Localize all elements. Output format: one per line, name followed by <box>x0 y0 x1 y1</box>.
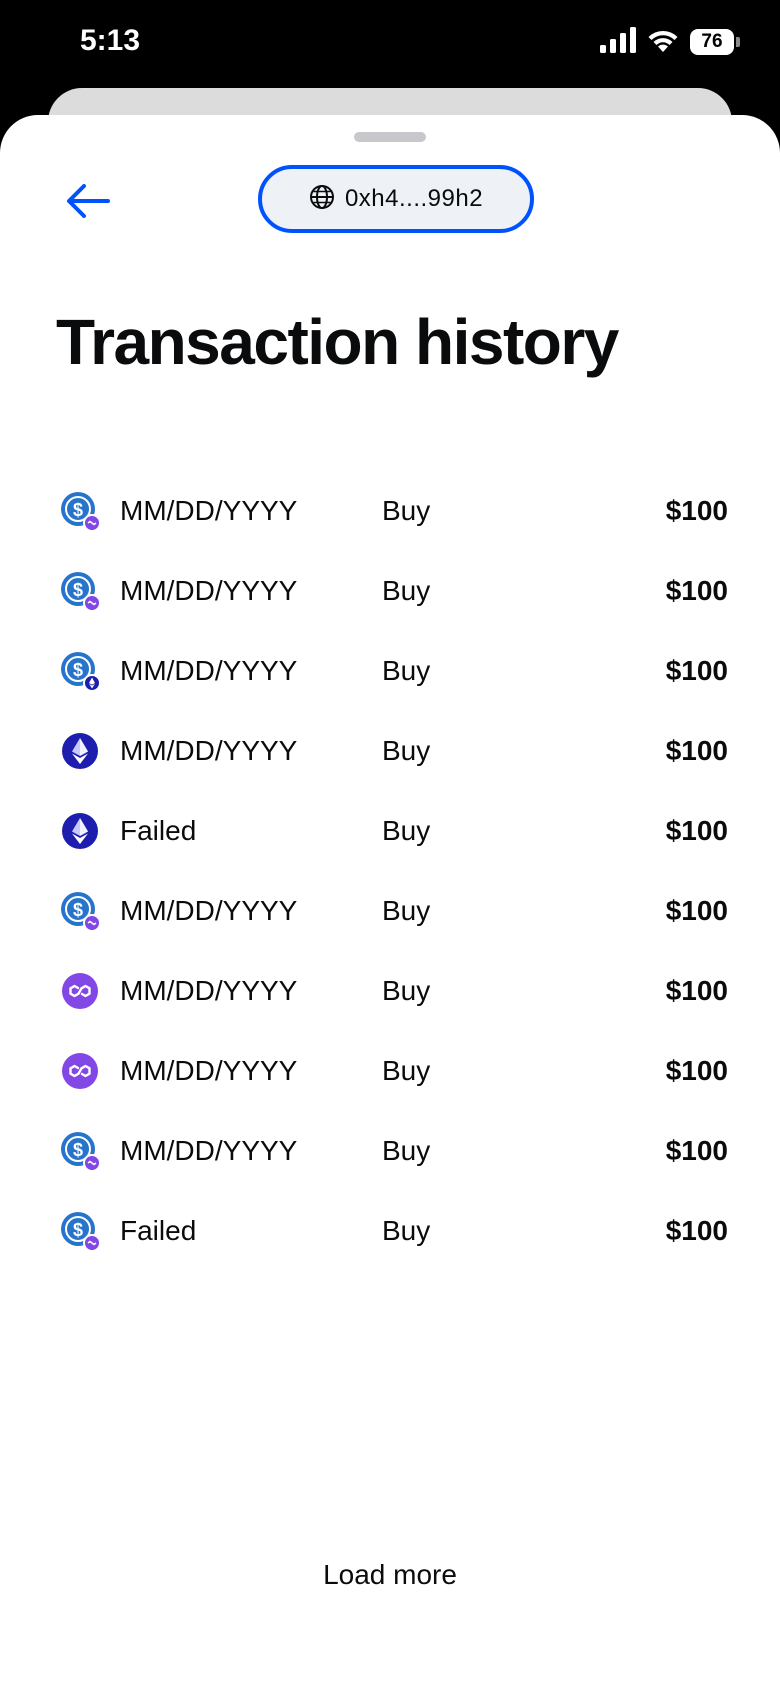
transaction-date: MM/DD/YYYY <box>120 975 298 1006</box>
usdc-polygon-icon: $ <box>60 1211 100 1251</box>
transaction-row[interactable]: $ MM/DD/YYYY Buy $100 <box>0 551 780 631</box>
usdc-polygon-icon: $ <box>60 891 100 931</box>
transaction-row[interactable]: $ MM/DD/YYYY Buy $100 <box>0 471 780 551</box>
svg-text:$: $ <box>73 660 83 680</box>
globe-icon <box>309 184 335 215</box>
transaction-amount: $100 <box>665 815 728 846</box>
transaction-status-failed: Failed <box>120 815 197 846</box>
load-more-button[interactable]: Load more <box>240 1545 540 1605</box>
transaction-amount: $100 <box>665 975 728 1006</box>
transaction-date: MM/DD/YYYY <box>120 895 298 926</box>
transaction-date: MM/DD/YYYY <box>120 735 298 766</box>
battery-level: 76 <box>701 31 723 52</box>
svg-text:$: $ <box>73 900 83 920</box>
transaction-amount: $100 <box>665 655 728 686</box>
transaction-type: Buy <box>382 1215 431 1246</box>
transaction-date: MM/DD/YYYY <box>120 575 298 606</box>
transaction-row[interactable]: $ Failed Buy $100 <box>0 1191 780 1271</box>
transaction-row[interactable]: MM/DD/YYYY Buy $100 <box>0 711 780 791</box>
svg-text:$: $ <box>73 1140 83 1160</box>
usdc-ethereum-icon: $ <box>60 651 100 691</box>
status-time: 5:13 <box>80 24 141 57</box>
ethereum-icon <box>60 731 100 771</box>
usdc-polygon-icon: $ <box>60 571 100 611</box>
status-icons: 76 <box>600 26 740 58</box>
transaction-row[interactable]: Failed Buy $100 <box>0 791 780 871</box>
transaction-type: Buy <box>382 815 431 846</box>
svg-text:$: $ <box>73 580 83 600</box>
transaction-row[interactable]: $ MM/DD/YYYY Buy $100 <box>0 871 780 951</box>
transaction-type: Buy <box>382 495 431 526</box>
transaction-type: Buy <box>382 975 431 1006</box>
wifi-icon <box>646 27 680 58</box>
transaction-row[interactable]: MM/DD/YYYY Buy $100 <box>0 951 780 1031</box>
transaction-date: MM/DD/YYYY <box>120 495 298 526</box>
polygon-icon <box>60 971 100 1011</box>
transaction-amount: $100 <box>665 895 728 926</box>
usdc-polygon-icon: $ <box>60 1131 100 1171</box>
transaction-date: MM/DD/YYYY <box>120 1055 298 1086</box>
transaction-amount: $100 <box>665 495 728 526</box>
status-bar: 5:13 76 <box>0 0 780 90</box>
svg-text:$: $ <box>73 500 83 520</box>
transaction-row[interactable]: $ MM/DD/YYYY Buy $100 <box>0 631 780 711</box>
transaction-status-failed: Failed <box>120 1215 197 1246</box>
sheet-grabber[interactable] <box>354 132 426 142</box>
transaction-row[interactable]: $ MM/DD/YYYY Buy $100 <box>0 1111 780 1191</box>
back-button[interactable] <box>56 171 120 235</box>
transaction-list: $ MM/DD/YYYY Buy $100 $ MM/DD/YYYY Buy $… <box>0 471 780 1271</box>
transaction-type: Buy <box>382 1055 431 1086</box>
battery-icon: 76 <box>690 29 740 55</box>
transaction-type: Buy <box>382 1135 431 1166</box>
transaction-type: Buy <box>382 655 431 686</box>
transaction-date: MM/DD/YYYY <box>120 1135 298 1166</box>
transaction-history-sheet: 0xh4....99h2 Transaction history $ MM/DD… <box>0 115 780 1688</box>
transaction-type: Buy <box>382 735 431 766</box>
wallet-address-pill[interactable]: 0xh4....99h2 <box>258 165 534 233</box>
transaction-row[interactable]: MM/DD/YYYY Buy $100 <box>0 1031 780 1111</box>
transaction-amount: $100 <box>665 735 728 766</box>
cellular-signal-icon <box>600 26 636 58</box>
usdc-polygon-icon: $ <box>60 491 100 531</box>
wallet-address: 0xh4....99h2 <box>344 185 484 212</box>
polygon-icon <box>60 1051 100 1091</box>
ethereum-icon <box>60 811 100 851</box>
transaction-type: Buy <box>382 895 431 926</box>
page-title: Transaction history <box>56 306 619 378</box>
transaction-date: MM/DD/YYYY <box>120 655 298 686</box>
transaction-amount: $100 <box>665 575 728 606</box>
transaction-type: Buy <box>382 575 431 606</box>
svg-text:$: $ <box>73 1220 83 1240</box>
transaction-amount: $100 <box>665 1215 728 1246</box>
transaction-amount: $100 <box>665 1055 728 1086</box>
transaction-amount: $100 <box>665 1135 728 1166</box>
arrow-left-icon <box>64 181 112 226</box>
